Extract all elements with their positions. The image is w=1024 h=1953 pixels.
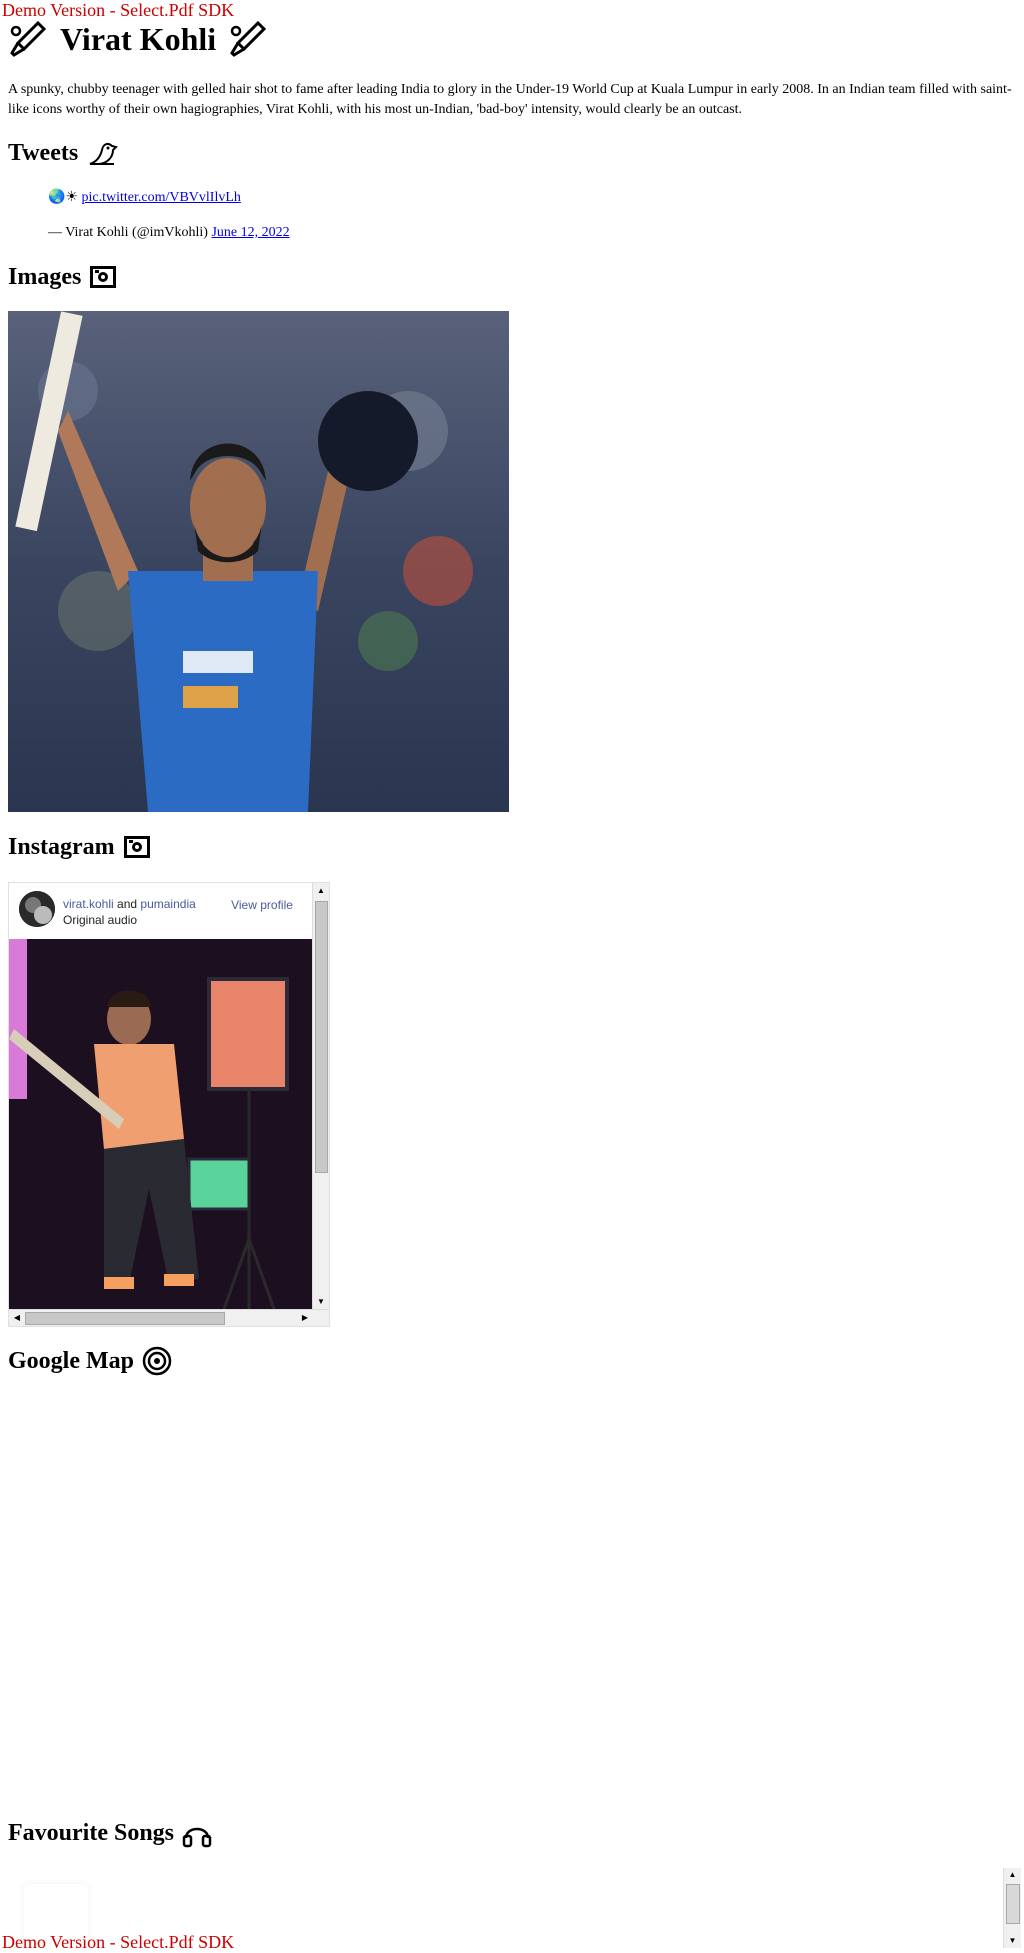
headphones-icon <box>182 1827 212 1848</box>
scrollbar-thumb[interactable] <box>25 1312 225 1325</box>
instagram-post-image[interactable] <box>9 939 312 1309</box>
section-heading-text: Instagram <box>8 834 115 860</box>
section-heading-text: Favourite Songs <box>8 1820 175 1846</box>
section-heading-tweets: Tweets <box>8 138 119 168</box>
page-title-text: Virat Kohli <box>60 21 217 57</box>
cricket-bat-icon <box>230 20 267 57</box>
instagram-users: virat.kohli and pumaindia <box>63 897 196 911</box>
tweet-author: — Virat Kohli (@imVkohli) <box>48 225 208 240</box>
avatar[interactable] <box>19 891 55 927</box>
section-heading-favourite-songs: Favourite Songs <box>8 1818 212 1848</box>
instagram-audio[interactable]: Original audio <box>63 913 137 927</box>
scrollbar-thumb[interactable] <box>1006 1884 1020 1924</box>
tweet-body: 🌏☀ pic.twitter.com/VBVvlIlvLh <box>48 188 241 207</box>
section-heading-images: Images <box>8 262 117 292</box>
scroll-up-icon[interactable]: ▲ <box>1004 1868 1021 1882</box>
bird-icon <box>89 142 119 165</box>
instagram-user-link[interactable]: virat.kohli <box>63 897 114 911</box>
tweet-attribution: — Virat Kohli (@imVkohli) June 12, 2022 <box>48 224 290 242</box>
instagram-embed[interactable]: virat.kohli and pumaindia Original audio… <box>8 882 330 1327</box>
virat-kohli-photo <box>8 311 509 812</box>
cricket-bat-icon <box>10 20 47 57</box>
camera-icon <box>90 266 117 288</box>
scrollbar-thumb[interactable] <box>315 901 328 1173</box>
globe-sun-icon: 🌏☀ <box>48 189 78 205</box>
map-target-icon <box>142 1346 172 1376</box>
instagram-header: virat.kohli and pumaindia Original audio… <box>9 883 312 939</box>
instagram-vertical-scrollbar[interactable]: ▲ ▼ <box>312 883 329 1310</box>
section-heading-google-map: Google Map <box>8 1346 172 1376</box>
scroll-up-icon[interactable]: ▲ <box>313 883 329 899</box>
section-heading-text: Google Map <box>8 1348 134 1374</box>
view-profile-button[interactable]: View profile <box>227 897 297 913</box>
camera-icon <box>123 836 150 858</box>
instagram-collab-link[interactable]: pumaindia <box>140 897 195 911</box>
section-heading-instagram: Instagram <box>8 832 151 862</box>
intro-paragraph: A spunky, chubby teenager with gelled ha… <box>8 82 1012 117</box>
google-map-embed[interactable] <box>8 1385 1008 1805</box>
section-heading-text: Images <box>8 264 82 290</box>
scroll-down-icon[interactable]: ▼ <box>1004 1934 1021 1948</box>
instagram-horizontal-scrollbar[interactable]: ◀ ▶ <box>9 1309 329 1326</box>
tweet-date-link[interactable]: June 12, 2022 <box>211 225 289 240</box>
scroll-left-icon[interactable]: ◀ <box>9 1310 25 1326</box>
page-title: Virat Kohli <box>8 18 268 60</box>
watermark-top: Demo Version - Select.Pdf SDK <box>2 0 235 20</box>
tweet-link[interactable]: pic.twitter.com/VBVvlIlvLh <box>81 190 240 205</box>
section-heading-text: Tweets <box>8 140 79 166</box>
scroll-down-icon[interactable]: ▼ <box>313 1294 329 1310</box>
instagram-and: and <box>117 897 138 911</box>
watermark-bottom: Demo Version - Select.Pdf SDK <box>2 1932 235 1952</box>
songs-scrollbar[interactable]: ▲ ▼ <box>1003 1868 1021 1948</box>
scroll-right-icon[interactable]: ▶ <box>297 1310 313 1326</box>
